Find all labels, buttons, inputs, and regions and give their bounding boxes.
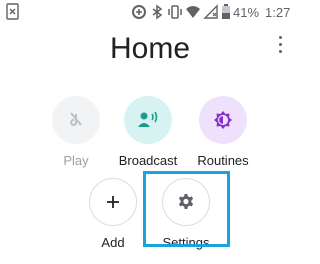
battery-percentage: 41% <box>233 4 260 20</box>
vibrate-icon <box>168 5 182 19</box>
routines-button[interactable]: Routines <box>183 96 263 168</box>
routines-circle[interactable] <box>199 96 247 144</box>
broadcast-label: Broadcast <box>118 153 178 168</box>
clock: 1:27 <box>265 4 291 20</box>
status-bar: 41% 1:27 <box>0 0 300 24</box>
broadcast-icon <box>138 111 158 127</box>
page-title: Home <box>109 32 191 65</box>
more-vert-icon[interactable] <box>274 34 286 56</box>
add-label: Add <box>101 235 125 250</box>
routines-label: Routines <box>197 153 249 168</box>
bluetooth-icon <box>152 4 163 20</box>
play-circle[interactable] <box>52 96 100 144</box>
play-label: Play <box>63 153 89 168</box>
add-circle[interactable] <box>89 178 137 226</box>
add-button[interactable]: Add <box>73 178 153 250</box>
play-button[interactable]: Play <box>36 96 116 168</box>
no-signal-icon <box>203 4 218 19</box>
battery-icon <box>222 4 230 19</box>
status-icons: 41% 1:27 <box>131 0 290 24</box>
routines-icon <box>214 111 232 129</box>
play-disabled-icon <box>70 112 82 126</box>
settings-highlight-box <box>143 171 230 247</box>
data-saver-icon <box>132 5 146 19</box>
plus-icon <box>107 196 119 208</box>
broadcast-button[interactable]: Broadcast <box>108 96 188 168</box>
broadcast-circle[interactable] <box>124 96 172 144</box>
wifi-icon <box>186 6 200 18</box>
notification-icon <box>6 3 19 20</box>
